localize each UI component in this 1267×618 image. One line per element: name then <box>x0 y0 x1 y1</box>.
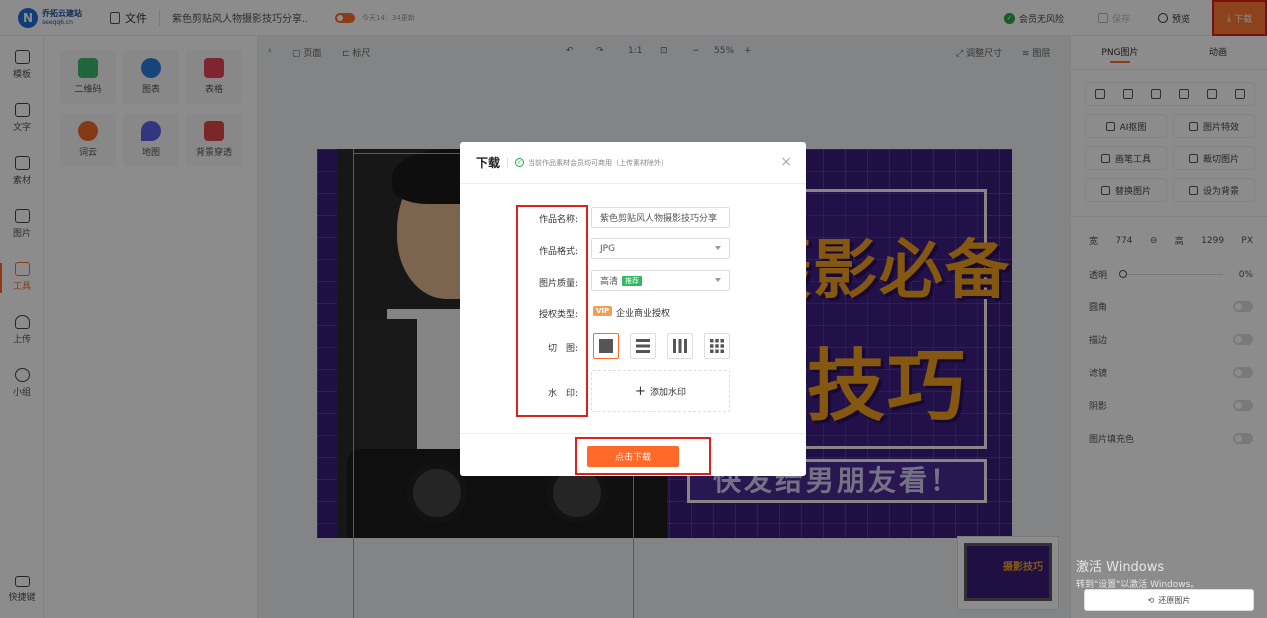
dialog-title: 下载 <box>476 156 501 170</box>
work-format-select[interactable]: JPG <box>591 238 730 259</box>
grid-slices-icon <box>710 339 724 353</box>
restore-icon: ⟲ <box>1147 595 1155 605</box>
chevron-down-icon <box>715 246 721 250</box>
dialog-subtitle: 当前作品素材会员均可商用（上传素材除外） <box>528 158 669 167</box>
work-name-label: 作品名称: <box>538 215 578 225</box>
click-download-button[interactable]: 点击下载 <box>587 446 679 467</box>
vertical-slices-icon <box>673 339 687 353</box>
single-block-icon <box>599 339 613 353</box>
add-watermark-button[interactable]: + 添加水印 <box>591 370 730 412</box>
watermark-label: 水 印: <box>547 389 578 399</box>
work-format-label: 作品格式: <box>538 247 578 257</box>
license-type-value: 企业商业授权 <box>616 309 671 319</box>
slice-option-none[interactable] <box>593 333 619 359</box>
vip-badge: VIP <box>593 306 613 316</box>
restore-image-button[interactable]: ⟲ 还原图片 <box>1084 589 1254 611</box>
slice-label: 切 图: <box>547 344 578 354</box>
license-type-label: 授权类型: <box>538 310 578 320</box>
slice-option-vertical[interactable] <box>667 333 693 359</box>
slice-option-grid[interactable] <box>704 333 730 359</box>
download-dialog: 下载 ✓ 当前作品素材会员均可商用（上传素材除外） × 作品名称: 紫色剪贴风人… <box>460 142 806 476</box>
check-circle-icon: ✓ <box>515 158 525 167</box>
image-quality-select[interactable]: 高清 推荐 <box>591 270 730 291</box>
chevron-down-icon <box>715 278 721 282</box>
image-quality-label: 图片质量: <box>538 279 578 289</box>
close-icon[interactable]: × <box>780 155 792 169</box>
slice-option-horizontal[interactable] <box>630 333 656 359</box>
plus-icon: + <box>635 383 646 399</box>
horizontal-slices-icon <box>636 339 650 353</box>
work-name-input[interactable]: 紫色剪贴风人物摄影技巧分享 <box>591 207 730 228</box>
recommended-badge: 推荐 <box>622 275 643 286</box>
windows-activation-watermark: 激活 Windows 转到"设置"以激活 Windows。 <box>1076 560 1200 590</box>
